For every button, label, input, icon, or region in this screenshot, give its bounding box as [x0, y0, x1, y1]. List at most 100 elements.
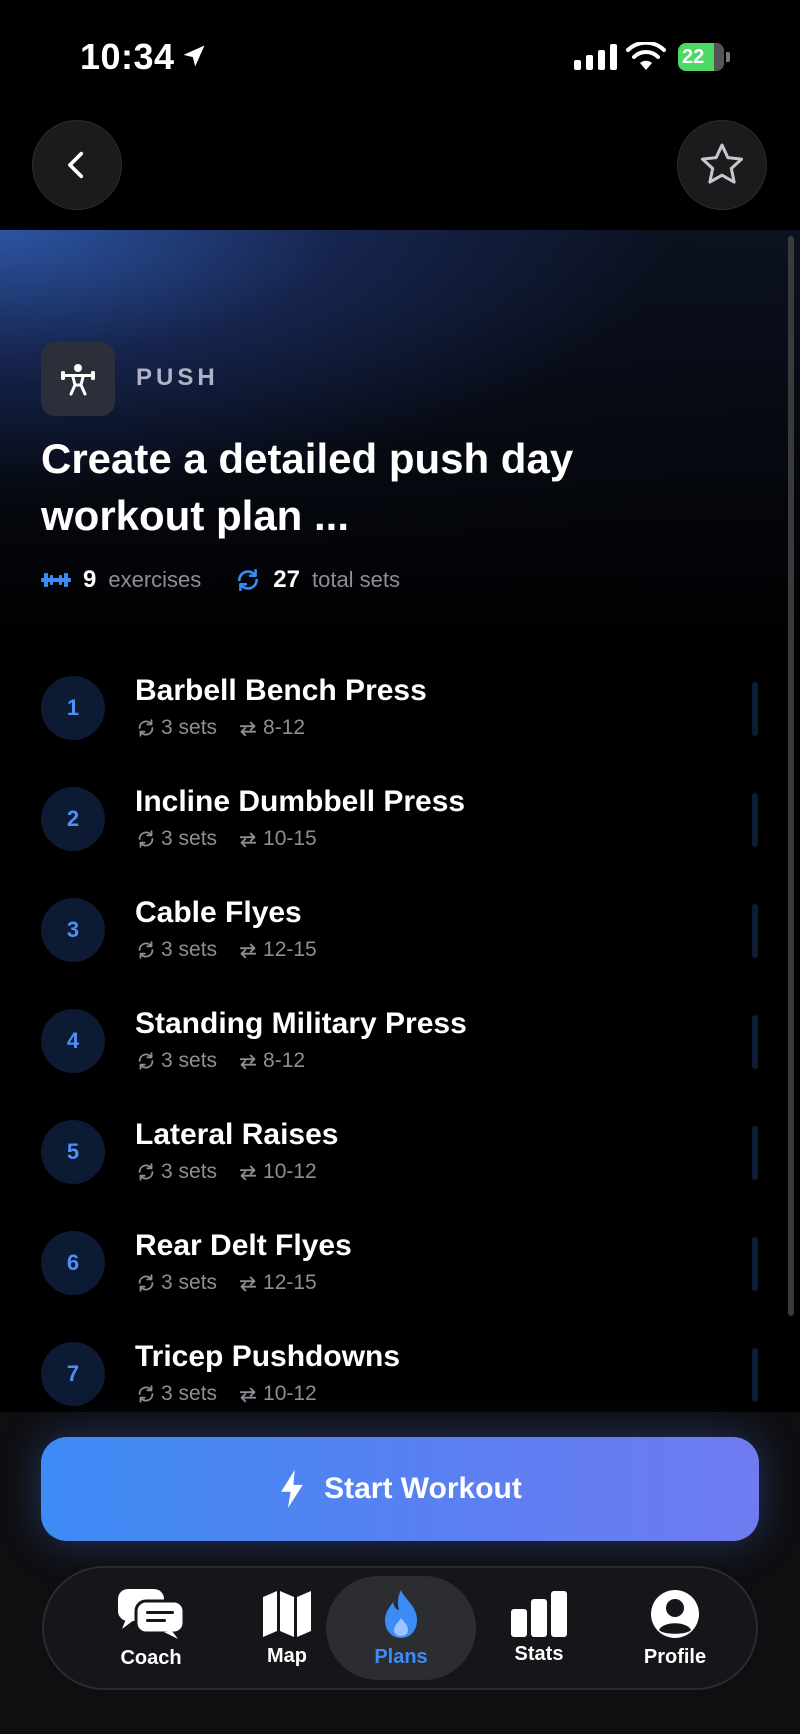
- exercise-index: 4: [41, 1009, 105, 1073]
- exercise-row[interactable]: 1 Barbell Bench Press 3 sets 8-12: [0, 654, 800, 764]
- exercise-row[interactable]: 4 Standing Military Press 3 sets 8-12: [0, 987, 800, 1097]
- exercise-name: Lateral Raises: [135, 1118, 339, 1151]
- tab-label: Profile: [643, 1645, 707, 1668]
- reps-icon: [239, 721, 257, 737]
- exercise-name: Standing Military Press: [135, 1007, 467, 1040]
- exercise-meta: 3 sets 10-12: [135, 1160, 317, 1184]
- exercise-count-label: exercises: [108, 567, 202, 592]
- tab-label: Stats: [514, 1642, 564, 1665]
- cycle-icon: [238, 568, 259, 592]
- tab-label: Map: [267, 1644, 307, 1667]
- drag-handle[interactable]: [752, 793, 758, 847]
- tab-label: Coach: [120, 1646, 182, 1669]
- plan-header: PUSH Create a detailed push day workout …: [0, 230, 800, 650]
- reps-icon: [239, 1387, 257, 1403]
- exercise-reps: 12-15: [263, 1271, 317, 1294]
- exercise-index: 3: [41, 898, 105, 962]
- exercise-reps: 8-12: [263, 1049, 306, 1072]
- battery-level: 22: [682, 46, 705, 68]
- exercise-sets: 3 sets: [161, 1271, 218, 1294]
- exercise-sets: 3 sets: [161, 1382, 218, 1405]
- exercise-sets: 3 sets: [161, 1160, 218, 1183]
- total-sets-count: 27: [273, 566, 300, 593]
- plan-summary: 9 exercises 27 total sets: [41, 566, 400, 594]
- tab-label: Plans: [374, 1645, 428, 1668]
- exercise-sets: 3 sets: [161, 716, 218, 739]
- start-workout-label: Start Workout: [324, 1472, 522, 1505]
- reps-icon: [239, 943, 257, 959]
- exercise-meta: 3 sets 8-12: [135, 1049, 305, 1073]
- sets-icon: [138, 1274, 154, 1292]
- sets-icon: [138, 941, 154, 959]
- exercise-name: Cable Flyes: [135, 896, 302, 929]
- exercise-sets: 3 sets: [161, 938, 218, 961]
- drag-handle[interactable]: [752, 682, 758, 736]
- drag-handle[interactable]: [752, 904, 758, 958]
- exercise-name: Barbell Bench Press: [135, 674, 427, 707]
- exercise-row[interactable]: 6 Rear Delt Flyes 3 sets 12-15: [0, 1209, 800, 1319]
- exercise-sets: 3 sets: [161, 827, 218, 850]
- exercise-index: 6: [41, 1231, 105, 1295]
- exercise-reps: 10-12: [263, 1382, 317, 1405]
- exercise-row[interactable]: 2 Incline Dumbbell Press 3 sets 10-15: [0, 765, 800, 875]
- exercise-meta: 3 sets 12-15: [135, 1271, 317, 1295]
- tab-plans[interactable]: Plans: [326, 1576, 476, 1680]
- exercise-meta: 3 sets 8-12: [135, 716, 305, 740]
- exercise-meta: 3 sets 10-15: [135, 827, 317, 851]
- category-badge: [41, 342, 115, 416]
- sets-icon: [138, 830, 154, 848]
- cellular-signal-icon: [574, 44, 617, 70]
- chat-bubbles-icon: [118, 1588, 186, 1639]
- battery-icon: 22: [678, 43, 730, 71]
- exercise-index: 2: [41, 787, 105, 851]
- page-title: Create a detailed push day workout plan …: [41, 435, 574, 539]
- sets-icon: [138, 719, 154, 737]
- status-time: 10:34: [80, 36, 175, 77]
- drag-handle[interactable]: [752, 1348, 758, 1402]
- reps-icon: [239, 832, 257, 848]
- status-bar: 10:34 22: [0, 0, 800, 110]
- weightlifter-icon: [61, 364, 95, 396]
- drag-handle[interactable]: [752, 1237, 758, 1291]
- reps-icon: [239, 1165, 257, 1181]
- star-icon: [700, 143, 744, 184]
- exercise-sets: 3 sets: [161, 1049, 218, 1072]
- dumbbell-icon: [41, 573, 71, 587]
- tab-coach[interactable]: Coach: [76, 1568, 226, 1688]
- exercise-reps: 12-15: [263, 938, 317, 961]
- exercise-row[interactable]: 3 Cable Flyes 3 sets 12-15: [0, 876, 800, 986]
- exercise-reps: 10-15: [263, 827, 317, 850]
- exercise-count: 9: [83, 566, 97, 593]
- exercise-reps: 8-12: [263, 716, 306, 739]
- exercise-index: 1: [41, 676, 105, 740]
- exercise-index: 5: [41, 1120, 105, 1184]
- sets-icon: [138, 1385, 154, 1403]
- exercise-row[interactable]: 5 Lateral Raises 3 sets 10-12: [0, 1098, 800, 1208]
- exercise-reps: 10-12: [263, 1160, 317, 1183]
- exercise-meta: 3 sets 10-12: [135, 1382, 317, 1406]
- favorite-button[interactable]: [677, 120, 767, 210]
- exercise-name: Tricep Pushdowns: [135, 1340, 401, 1373]
- location-arrow-icon: [183, 45, 205, 67]
- total-sets-label: total sets: [311, 567, 401, 592]
- exercise-name: Incline Dumbbell Press: [135, 785, 466, 818]
- drag-handle[interactable]: [752, 1015, 758, 1069]
- drag-handle[interactable]: [752, 1126, 758, 1180]
- chevron-left-icon: [68, 151, 84, 179]
- tab-stats[interactable]: Stats: [464, 1568, 614, 1688]
- sets-icon: [138, 1163, 154, 1181]
- start-workout-button[interactable]: Start Workout: [41, 1437, 759, 1541]
- wifi-icon: [626, 42, 666, 70]
- exercise-meta: 3 sets 12-15: [135, 938, 317, 962]
- tab-profile[interactable]: Profile: [600, 1568, 750, 1688]
- person-icon: [651, 1589, 699, 1638]
- reps-icon: [239, 1276, 257, 1292]
- category-label: PUSH: [136, 364, 219, 391]
- lightning-bolt-icon: [281, 1470, 303, 1508]
- exercise-name: Rear Delt Flyes: [135, 1229, 352, 1262]
- tab-bar: Coach Map Plans Stats Profile: [42, 1566, 758, 1690]
- sets-icon: [138, 1052, 154, 1070]
- back-button[interactable]: [32, 120, 122, 210]
- reps-icon: [239, 1054, 257, 1070]
- map-icon: [263, 1590, 311, 1637]
